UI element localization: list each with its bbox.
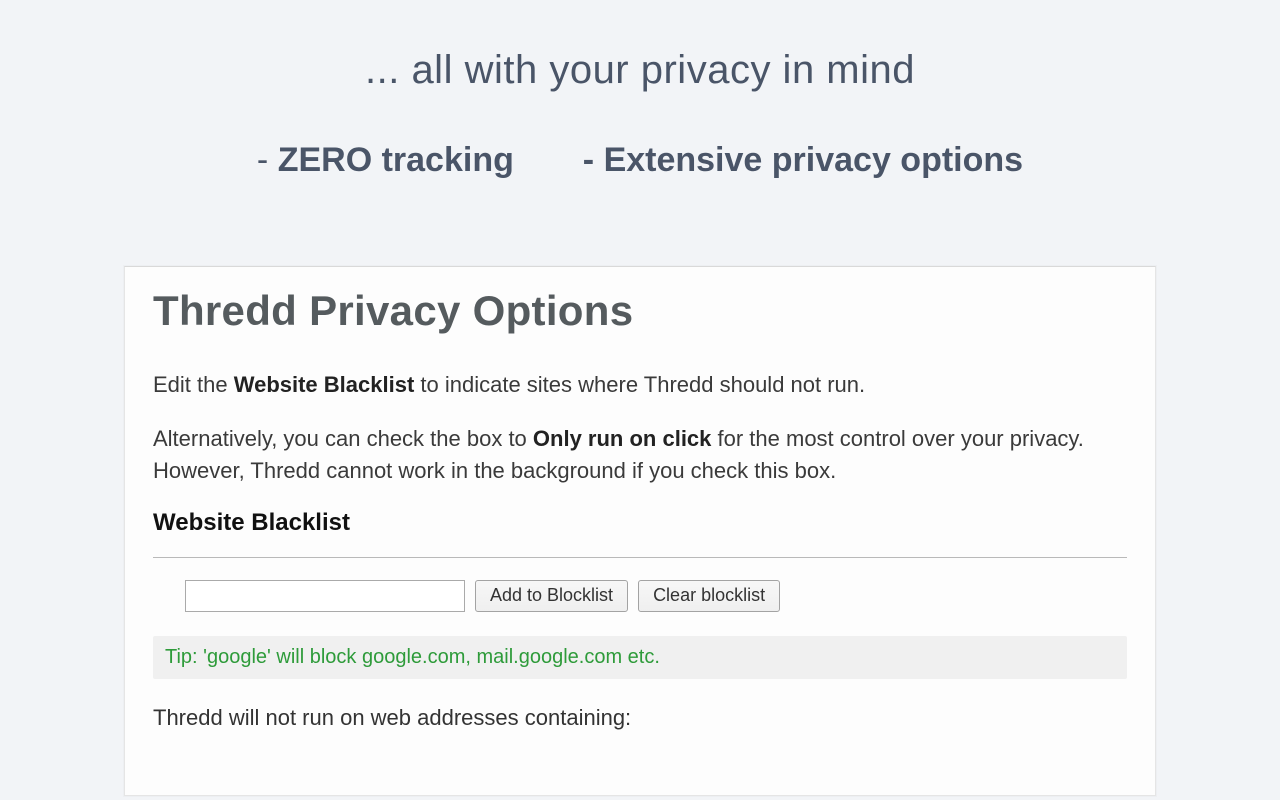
blocklist-form-row: Add to Blocklist Clear blocklist — [153, 580, 1127, 612]
divider — [153, 557, 1127, 558]
desc1-pre: Edit the — [153, 372, 234, 397]
blocklist-input[interactable] — [185, 580, 465, 612]
bullet1-dash: - — [257, 141, 278, 179]
privacy-options-panel: Thredd Privacy Options Edit the Website … — [124, 266, 1156, 796]
bullet2-dash: - — [583, 141, 604, 179]
desc1-bold: Website Blacklist — [234, 372, 415, 397]
tip-bar: Tip: 'google' will block google.com, mai… — [153, 636, 1127, 679]
panel-desc-1: Edit the Website Blacklist to indicate s… — [153, 369, 1127, 401]
desc2-pre: Alternatively, you can check the box to — [153, 426, 533, 451]
panel-desc-2: Alternatively, you can check the box to … — [153, 423, 1127, 487]
clear-blocklist-button[interactable]: Clear blocklist — [638, 580, 780, 612]
desc2-bold: Only run on click — [533, 426, 711, 451]
blocklist-description: Thredd will not run on web addresses con… — [153, 705, 1127, 731]
add-to-blocklist-button[interactable]: Add to Blocklist — [475, 580, 628, 612]
bullet2-text: Extensive privacy options — [604, 141, 1024, 179]
panel-heading: Thredd Privacy Options — [153, 287, 1127, 335]
desc1-post: to indicate sites where Thredd should no… — [414, 372, 865, 397]
page-title: ... all with your privacy in mind — [0, 0, 1280, 93]
bullets-row: - ZERO tracking - Extensive privacy opti… — [0, 141, 1280, 180]
bullet1-text: ZERO tracking — [278, 141, 514, 179]
section-title-blacklist: Website Blacklist — [153, 509, 1127, 537]
